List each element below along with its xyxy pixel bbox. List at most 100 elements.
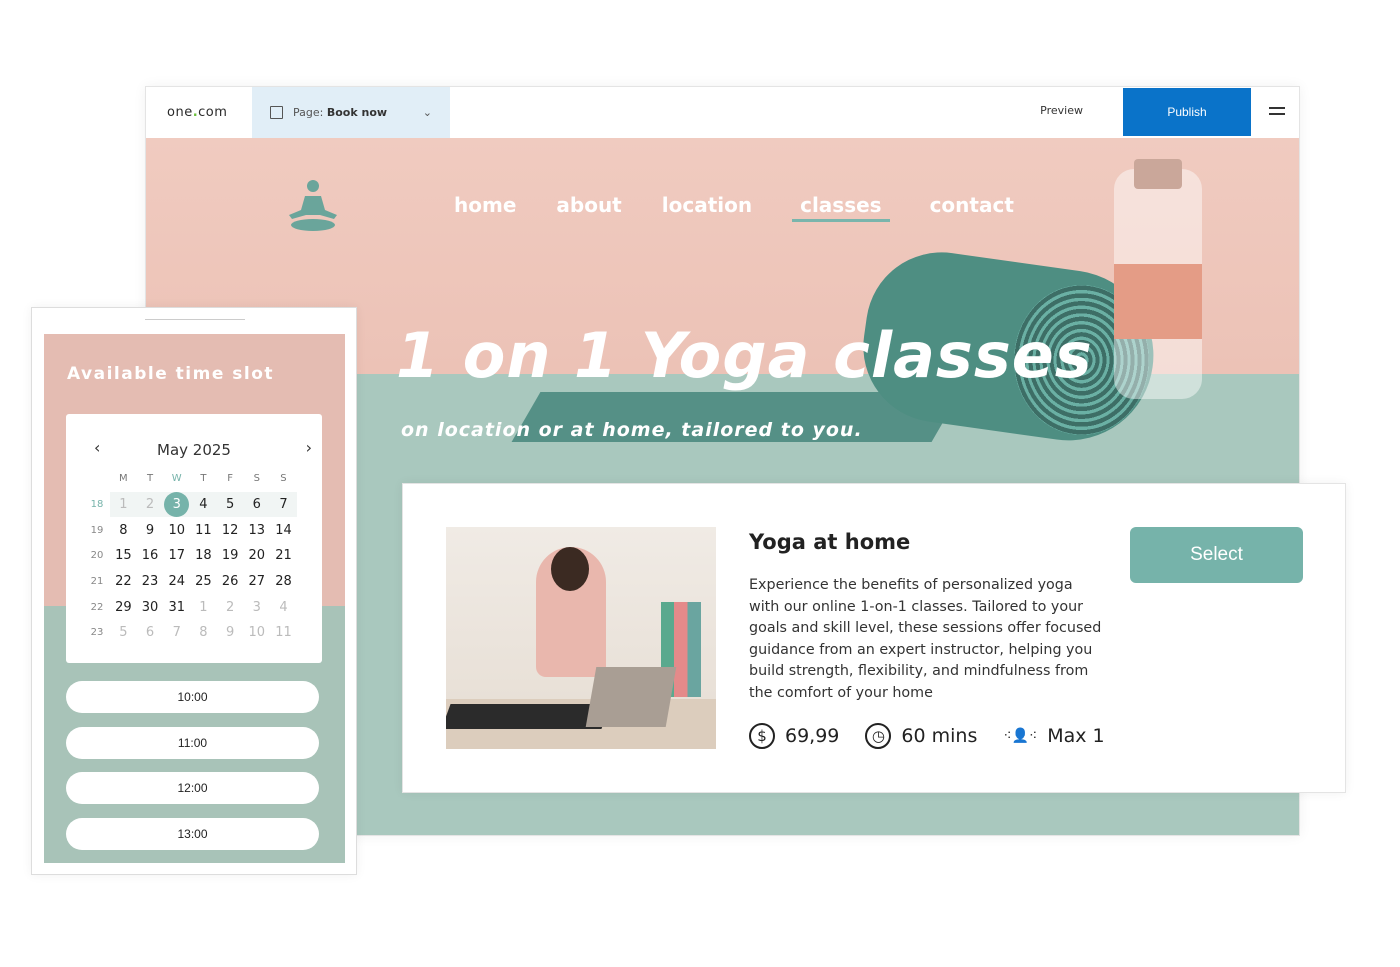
time-slot[interactable]: 13:00 xyxy=(66,818,319,850)
time-slot[interactable]: 10:00 xyxy=(66,681,319,713)
nav-contact[interactable]: contact xyxy=(930,193,1014,222)
nav-about[interactable]: about xyxy=(556,193,621,222)
day-number: 8 xyxy=(199,625,208,641)
calendar-day[interactable]: 14 xyxy=(270,523,297,538)
calendar-day[interactable]: 9 xyxy=(137,523,164,538)
day-number: 3 xyxy=(252,599,261,615)
calendar-day[interactable]: 11 xyxy=(190,523,217,538)
calendar-day[interactable]: 30 xyxy=(137,600,164,615)
calendar-week-row: 18 1 2 3 4 5 6 7 xyxy=(84,491,297,518)
page-prefix: Page: xyxy=(293,106,324,119)
day-number: 24 xyxy=(168,574,185,590)
drag-handle[interactable] xyxy=(145,319,245,320)
day-number: 7 xyxy=(279,497,288,513)
nav-location[interactable]: location xyxy=(662,193,752,222)
calendar-day[interactable]: 1 xyxy=(110,497,137,512)
calendar-day[interactable]: 5 xyxy=(217,497,244,512)
calendar-day[interactable]: 4 xyxy=(270,600,297,615)
calendar-day[interactable]: 10 xyxy=(243,625,270,640)
calendar-day[interactable]: 12 xyxy=(217,523,244,538)
day-number: 22 xyxy=(115,574,132,590)
calendar-day[interactable]: 21 xyxy=(270,548,297,563)
day-number: 10 xyxy=(248,625,266,641)
day-number: 13 xyxy=(248,522,266,538)
calendar-day[interactable]: 17 xyxy=(163,548,190,563)
calendar-day[interactable]: 25 xyxy=(190,574,217,589)
onecom-logo[interactable]: one.com xyxy=(146,105,252,120)
day-number: 16 xyxy=(141,548,159,564)
page-selector[interactable]: Page: Book now ⌄ xyxy=(252,87,450,138)
calendar-day[interactable]: 19 xyxy=(217,548,244,563)
calendar-day[interactable]: 6 xyxy=(137,625,164,640)
hamburger-menu-icon[interactable] xyxy=(1269,107,1285,115)
time-slot[interactable]: 11:00 xyxy=(66,727,319,759)
water-bottle-image xyxy=(1114,159,1202,399)
calendar-day[interactable]: 10 xyxy=(163,523,190,538)
calendar-day[interactable]: 18 xyxy=(190,548,217,563)
calendar-day[interactable]: 31 xyxy=(163,600,190,615)
weekday-label: T xyxy=(146,473,154,485)
day-number: 11 xyxy=(195,522,212,538)
calendar-day[interactable]: 7 xyxy=(163,625,190,640)
class-meta: $69,99 ◷ 60 mins ⁖👤⁖ Max 1 xyxy=(749,723,1105,749)
day-number: 5 xyxy=(119,625,128,641)
calendar-day[interactable]: 26 xyxy=(217,574,244,589)
calendar-day[interactable]: 8 xyxy=(190,625,217,640)
chevron-right-icon[interactable]: › xyxy=(306,438,312,457)
calendar-day[interactable]: 5 xyxy=(110,625,137,640)
calendar-day[interactable]: 24 xyxy=(163,574,190,589)
calendar: ‹ May 2025 › M T W T F S S 18 1 2 3 4 5 6 7 19 8 9 10 11 12 1… xyxy=(66,414,322,663)
day-number: 5 xyxy=(225,497,235,513)
calendar-day[interactable]: 8 xyxy=(110,523,137,538)
calendar-day[interactable]: 4 xyxy=(190,497,217,512)
day-number: 27 xyxy=(248,574,266,590)
week-number: 21 xyxy=(90,576,104,588)
editor-toolbar: one.com Page: Book now ⌄ Preview Publish xyxy=(146,87,1299,138)
booking-panel: Available time slot ‹ May 2025 › MTWTFSS… xyxy=(31,307,357,875)
yoga-logo-icon[interactable] xyxy=(283,178,343,233)
day-number: 6 xyxy=(252,497,261,513)
nav-classes[interactable]: classes xyxy=(792,193,890,222)
day-number: 4 xyxy=(279,599,288,615)
calendar-day[interactable]: 3 xyxy=(243,600,270,615)
calendar-day[interactable]: 2 xyxy=(217,600,244,615)
calendar-day[interactable]: 15 xyxy=(110,548,137,563)
day-number: 2 xyxy=(225,599,235,615)
time-slot[interactable]: 12:00 xyxy=(66,772,319,804)
day-number: 1 xyxy=(119,497,128,513)
calendar-day[interactable]: 9 xyxy=(217,625,244,640)
week-number: 18 xyxy=(90,499,104,511)
calendar-day[interactable]: 16 xyxy=(137,548,164,563)
nav-home[interactable]: home xyxy=(454,193,516,222)
calendar-day[interactable]: 3 xyxy=(163,492,190,518)
site-nav: home about location classes contact xyxy=(454,193,1014,222)
page-name: Book now xyxy=(326,106,388,119)
calendar-day[interactable]: 29 xyxy=(110,600,137,615)
weekday-label: S xyxy=(253,473,260,485)
calendar-day[interactable]: 27 xyxy=(243,574,270,589)
calendar-day[interactable]: 11 xyxy=(270,625,297,640)
calendar-week-row: 21 22 23 24 25 26 27 28 xyxy=(84,569,297,595)
calendar-day[interactable]: 7 xyxy=(270,497,297,512)
calendar-day[interactable]: 23 xyxy=(137,574,164,589)
hero-title: 1 on 1 Yoga classes xyxy=(396,319,1093,392)
day-number: 9 xyxy=(225,625,235,641)
week-number: 20 xyxy=(90,550,104,562)
day-number: 21 xyxy=(275,548,292,564)
class-description: Experience the benefits of personalized … xyxy=(749,577,1102,701)
calendar-day[interactable]: 1 xyxy=(190,600,217,615)
calendar-day[interactable]: 20 xyxy=(243,548,270,563)
day-number: 17 xyxy=(168,548,185,564)
select-button[interactable]: Select xyxy=(1130,527,1303,583)
day-number: 6 xyxy=(145,625,155,641)
calendar-day[interactable]: 6 xyxy=(243,497,270,512)
calendar-day[interactable]: 13 xyxy=(243,523,270,538)
preview-button[interactable]: Preview xyxy=(1040,104,1083,117)
chevron-down-icon: ⌄ xyxy=(422,106,432,119)
day-number: 1 xyxy=(199,599,208,615)
calendar-day[interactable]: 28 xyxy=(270,574,297,589)
publish-button[interactable]: Publish xyxy=(1123,88,1251,136)
price: 69,99 xyxy=(785,725,840,747)
calendar-day[interactable]: 2 xyxy=(137,497,164,512)
calendar-day[interactable]: 22 xyxy=(110,574,137,589)
